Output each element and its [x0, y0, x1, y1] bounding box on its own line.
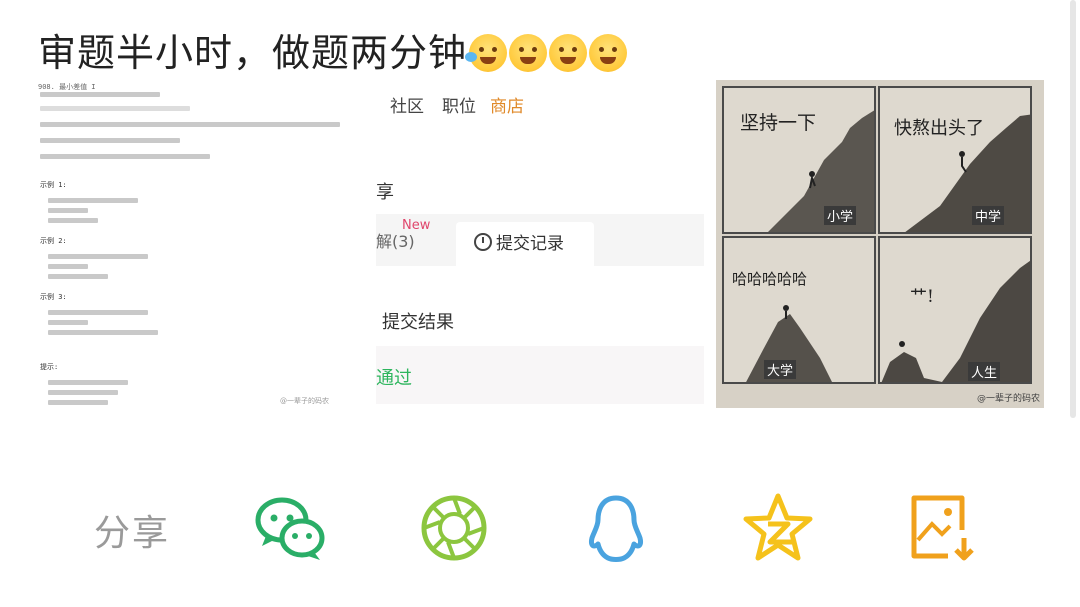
- share-moments-button[interactable]: [416, 490, 492, 566]
- result-label: 提交结果: [382, 312, 454, 333]
- hugging-face-icon: [509, 34, 548, 72]
- wechat-icon: [255, 497, 325, 560]
- sample-title: 示例 3:: [40, 293, 67, 301]
- panel-stage: 大学: [764, 360, 797, 379]
- share-text: 享: [376, 182, 394, 203]
- problem-description-screenshot: 908. 最小差值 I 示例 1: 示例 2: 示例 3: 提示: @一辈子的码…: [32, 78, 376, 408]
- watermark: @一辈子的码农: [280, 397, 329, 405]
- share-qq-button[interactable]: [578, 490, 654, 566]
- problem-title: 908. 最小差值 I: [38, 83, 96, 91]
- qq-icon: [589, 495, 643, 562]
- hugging-face-icon: [589, 34, 628, 72]
- sample-title: 示例 2:: [40, 237, 67, 245]
- panel-caption: 艹!: [910, 287, 934, 307]
- panel-caption: 快熬出头了: [894, 118, 984, 139]
- post-image-leetcode[interactable]: 908. 最小差值 I 示例 1: 示例 2: 示例 3: 提示: @一辈子的码…: [32, 78, 704, 408]
- tab-submissions-label: 提交记录: [496, 234, 564, 254]
- save-image-button[interactable]: [904, 490, 980, 566]
- result-row: 通过: [376, 346, 704, 404]
- scrollbar[interactable]: [1070, 0, 1076, 418]
- rofl-face-icon: [465, 34, 508, 72]
- post-title: 审题半小时，做题两分钟: [38, 22, 628, 77]
- clock-icon: [474, 233, 492, 251]
- share-label: 分享: [94, 513, 171, 554]
- moments-icon: [421, 495, 487, 561]
- site-nav: 社区 职位 商店: [390, 92, 524, 117]
- tab-bar: 解(3) New 提交记录: [376, 214, 704, 266]
- panel-stage: 小学: [824, 206, 857, 225]
- nav-community: 社区: [390, 97, 424, 117]
- qzone-icon: [743, 493, 813, 561]
- submission-screenshot: 社区 职位 商店 享 解(3) New 提交记录 提交结果 通过: [376, 78, 704, 408]
- post-title-text: 审题半小时，做题两分钟: [38, 31, 468, 75]
- comic-panel: 艹! 人生: [878, 236, 1032, 384]
- comic-grid: 坚持一下 小学 快熬出头了 中学 哈哈哈哈哈 大学 艹! 人生: [722, 86, 1038, 386]
- tab-submissions: 提交记录: [456, 222, 594, 266]
- share-bar: 分享: [0, 470, 1080, 580]
- post-image-comic[interactable]: 坚持一下 小学 快熬出头了 中学 哈哈哈哈哈 大学 艹! 人生 @一辈子的码农: [716, 80, 1044, 408]
- share-wechat-button[interactable]: [252, 490, 328, 566]
- new-badge: New: [402, 218, 431, 233]
- watermark: @一辈子的码农: [976, 394, 1040, 404]
- panel-stage: 中学: [972, 206, 1005, 225]
- save-image-icon: [911, 495, 974, 561]
- panel-caption: 坚持一下: [740, 112, 817, 134]
- hint-title: 提示:: [40, 363, 59, 371]
- comic-panel: 快熬出头了 中学: [878, 86, 1032, 234]
- share-qzone-button[interactable]: [740, 490, 816, 566]
- nav-jobs: 职位: [442, 97, 476, 117]
- nav-store: 商店: [490, 97, 524, 117]
- panel-stage: 人生: [968, 362, 1001, 381]
- comic-panel: 坚持一下 小学: [722, 86, 876, 234]
- panel-caption: 哈哈哈哈哈: [732, 270, 808, 288]
- comic-panel: 哈哈哈哈哈 大学: [722, 236, 876, 384]
- sample-title: 示例 1:: [40, 181, 67, 189]
- result-status: 通过: [376, 368, 412, 389]
- hugging-face-icon: [549, 34, 588, 72]
